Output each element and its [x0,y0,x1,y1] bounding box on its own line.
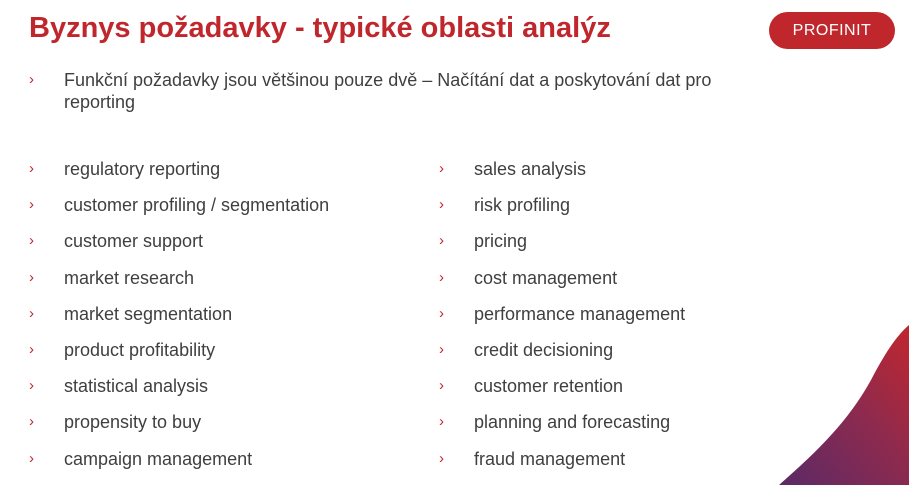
bullet-icon: › [439,160,444,177]
bullet-icon: › [439,413,444,431]
bullet-icon: › [29,413,34,431]
list-item-label: fraud management [474,448,626,469]
intro-text: Funkční požadavky jsou většinou pouze dv… [64,70,712,112]
bullet-icon: › [29,304,34,322]
list-item-label: credit decisioning [474,339,614,360]
bullet-icon: › [29,196,34,214]
list-item-label: performance management [474,303,686,324]
list-item-label: market research [64,267,195,288]
bullet-icon: › [29,160,34,177]
bullet-icon: › [29,377,34,395]
slide-title: Byznys požadavky - typické oblasti analý… [29,12,611,44]
list-item-label: planning and forecasting [474,412,671,433]
list-item-label: campaign management [64,448,253,469]
slide: Byznys požadavky - typické oblasti analý… [0,0,909,485]
list-item-label: customer profiling / segmentation [64,195,330,216]
intro-bullet-icon: › [29,71,34,88]
corner-wave-decoration [779,325,909,485]
bullet-icon: › [29,340,34,358]
list-item-label: customer support [64,231,204,252]
bullet-icon: › [439,340,444,358]
bullet-icon: › [439,304,444,322]
bullet-icon: › [439,377,444,395]
list-item-label: propensity to buy [64,412,202,433]
list-item-label: cost management [474,267,618,288]
list-item-label: sales analysis [474,159,587,179]
list-item-label: statistical analysis [64,376,209,397]
list-item-label: risk profiling [474,195,571,216]
list-item-label: product profitability [64,339,216,360]
list-item-label: regulatory reporting [64,159,221,179]
profinit-logo: PROFINIT [769,12,895,49]
list-item-label: customer retention [474,376,624,397]
bullet-icon: › [29,449,34,467]
bullet-icon: › [439,232,444,250]
bullet-icon: › [439,196,444,214]
bullet-icon: › [29,232,34,250]
list-item-label: market segmentation [64,303,233,324]
bullet-icon: › [29,268,34,286]
bullet-icon: › [439,449,444,467]
list-item-label: pricing [474,231,528,252]
bullet-icon: › [439,268,444,286]
